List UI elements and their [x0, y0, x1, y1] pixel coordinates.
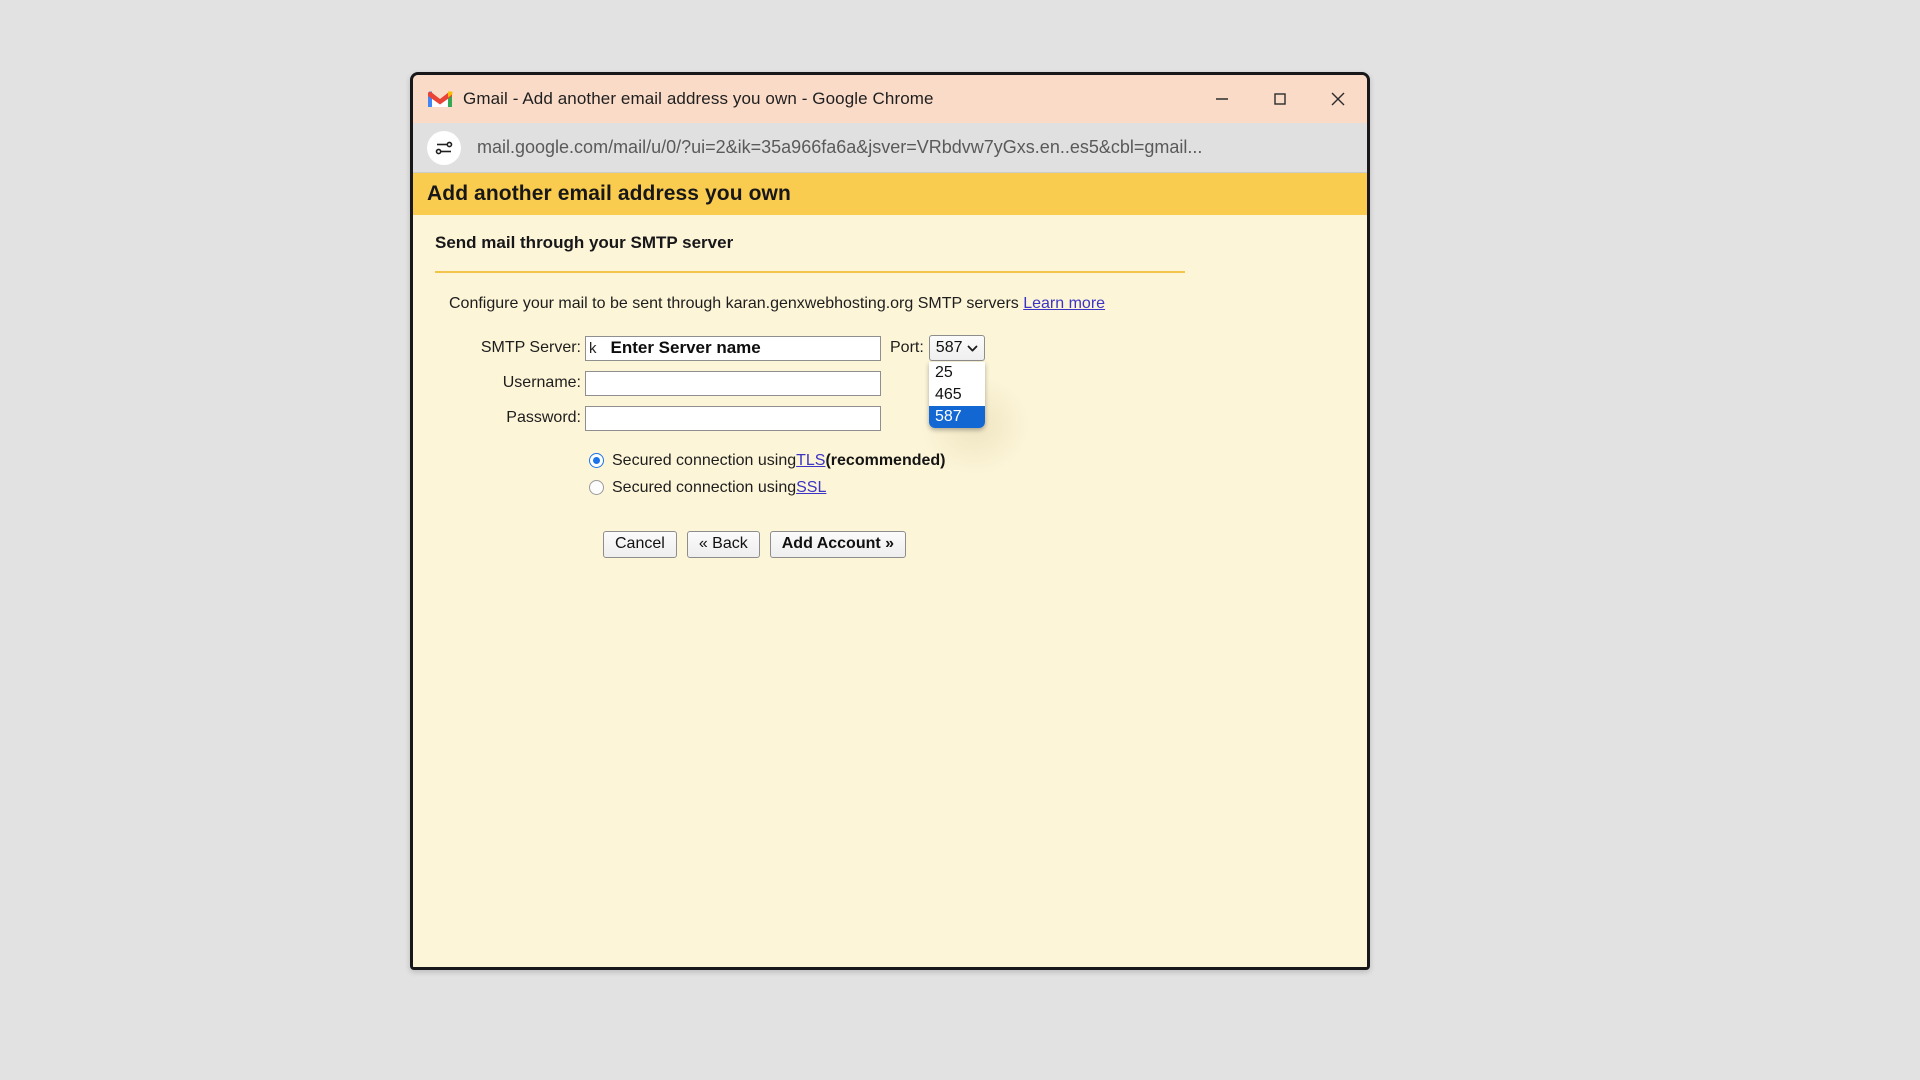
window-controls-group — [1193, 75, 1367, 123]
ssl-link[interactable]: SSL — [796, 479, 826, 497]
port-option-587[interactable]: 587 — [929, 406, 985, 428]
username-row: Username: — [435, 368, 1353, 398]
security-option-tls[interactable]: Secured connection using TLS (recommende… — [589, 447, 1353, 474]
radio-ssl[interactable] — [589, 480, 604, 495]
page-title: Add another email address you own — [427, 182, 791, 205]
close-icon[interactable] — [1309, 75, 1367, 123]
password-row: Password: — [435, 403, 1353, 433]
site-settings-icon[interactable] — [427, 130, 461, 165]
browser-window: Gmail - Add another email address you ow… — [410, 72, 1370, 970]
port-group: Port: 587 25 465 587 — [890, 335, 1030, 475]
security-option-ssl[interactable]: Secured connection using SSL — [589, 474, 1353, 501]
smtp-server-input[interactable]: k Enter Server name — [585, 335, 881, 361]
port-select[interactable]: 587 — [928, 335, 985, 361]
cancel-button[interactable]: Cancel — [603, 531, 677, 558]
form-button-row: Cancel « Back Add Account » — [435, 531, 1353, 558]
intro-text: Configure your mail to be sent through k… — [449, 295, 1019, 312]
smtp-server-label: SMTP Server: — [480, 339, 581, 356]
learn-more-link[interactable]: Learn more — [1023, 295, 1105, 312]
smtp-form: SMTP Server: k Enter Server name Port: 5… — [435, 333, 1353, 558]
add-account-button[interactable]: Add Account » — [769, 531, 907, 558]
url-text[interactable]: mail.google.com/mail/u/0/?ui=2&ik=35a966… — [477, 137, 1202, 158]
section-divider — [435, 271, 1185, 273]
window-title-text: Gmail - Add another email address you ow… — [463, 89, 934, 108]
gmail-page: Add another email address you own Send m… — [413, 173, 1367, 967]
security-options-group: Secured connection using TLS (recommende… — [435, 447, 1353, 501]
intro-text-row: Configure your mail to be sent through k… — [435, 295, 1353, 313]
password-input[interactable] — [585, 405, 881, 431]
smtp-server-annotation: Enter Server name — [610, 338, 761, 357]
gmail-logo-icon — [428, 91, 453, 107]
radio-tls[interactable] — [589, 453, 604, 468]
minimize-icon[interactable] — [1193, 75, 1251, 123]
port-label: Port: — [890, 339, 924, 356]
chevron-down-icon — [967, 345, 978, 351]
username-input[interactable] — [585, 370, 881, 396]
page-header-bar: Add another email address you own — [413, 173, 1367, 215]
smtp-server-value: k — [589, 339, 597, 357]
tls-link[interactable]: TLS — [796, 452, 825, 470]
maximize-icon[interactable] — [1251, 75, 1309, 123]
port-selected-value: 587 — [935, 339, 963, 356]
desktop-background: Gmail - Add another email address you ow… — [0, 0, 1920, 1080]
port-option-465[interactable]: 465 — [929, 384, 985, 406]
section-title: Send mail through your SMTP server — [435, 233, 734, 252]
tls-recommended-note: (recommended) — [825, 451, 946, 469]
browser-url-bar[interactable]: mail.google.com/mail/u/0/?ui=2&ik=35a966… — [413, 123, 1367, 173]
smtp-server-row: SMTP Server: k Enter Server name Port: 5… — [435, 333, 1353, 475]
back-button[interactable]: « Back — [686, 531, 760, 558]
password-label: Password: — [506, 409, 581, 426]
port-option-25[interactable]: 25 — [929, 362, 985, 384]
page-body: Send mail through your SMTP server Confi… — [413, 215, 1367, 967]
window-title-bar[interactable]: Gmail - Add another email address you ow… — [413, 75, 1367, 123]
ssl-prefix-text: Secured connection using — [612, 478, 797, 496]
tls-prefix-text: Secured connection using — [612, 451, 797, 469]
port-dropdown-list[interactable]: 25 465 587 — [929, 362, 985, 428]
username-label: Username: — [502, 374, 581, 391]
